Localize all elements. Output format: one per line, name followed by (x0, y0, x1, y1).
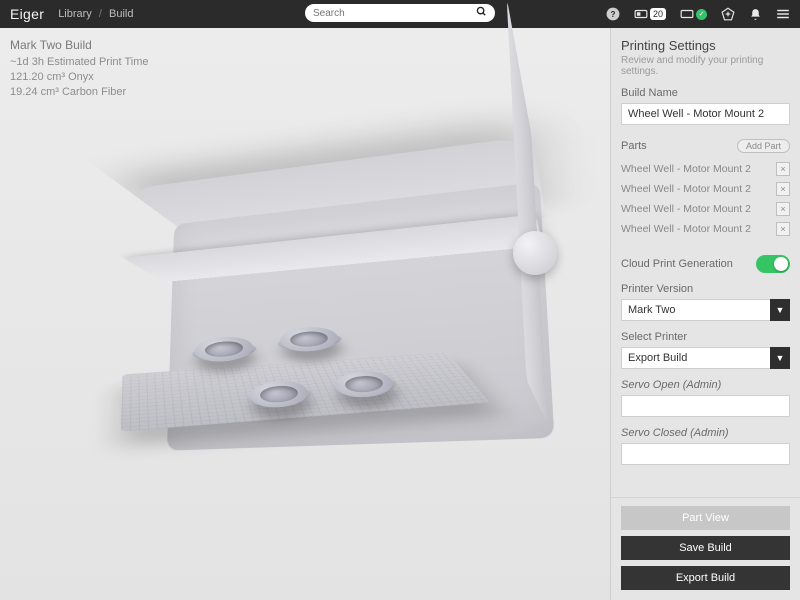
part-row: Wheel Well - Motor Mount 2 × (621, 199, 790, 219)
settings-scroll[interactable]: Printing Settings Review and modify your… (611, 28, 800, 497)
remove-part-button[interactable]: × (776, 222, 790, 236)
parts-list: Wheel Well - Motor Mount 2 × Wheel Well … (621, 159, 790, 239)
part-name[interactable]: Wheel Well - Motor Mount 2 (621, 163, 751, 175)
notifications-icon[interactable] (749, 8, 762, 21)
printer-version-label: Printer Version (621, 283, 790, 295)
top-bar: Eiger Library / Build ? 20 ✓ (0, 0, 800, 28)
part-name[interactable]: Wheel Well - Motor Mount 2 (621, 223, 751, 235)
breadcrumb-build[interactable]: Build (109, 8, 133, 20)
estimated-time: ~1d 3h Estimated Print Time (10, 55, 148, 70)
search-input[interactable] (313, 8, 476, 19)
topbar-actions: ? 20 ✓ (606, 7, 790, 21)
cloud-print-toggle[interactable] (756, 255, 790, 273)
printer-knob (513, 231, 557, 275)
select-printer-label: Select Printer (621, 331, 790, 343)
breadcrumb-library[interactable]: Library (58, 8, 92, 20)
remove-part-button[interactable]: × (776, 202, 790, 216)
part-row: Wheel Well - Motor Mount 2 × (621, 219, 790, 239)
svg-text:?: ? (610, 10, 615, 19)
printer-status-icon[interactable]: ✓ (680, 9, 707, 20)
status-ok-badge: ✓ (696, 9, 707, 20)
queue-count-badge: 20 (650, 8, 666, 20)
printer-version-select[interactable] (621, 299, 790, 321)
panel-footer: Part View Save Build Export Build (611, 497, 800, 600)
search-box[interactable] (305, 4, 495, 22)
part-row: Wheel Well - Motor Mount 2 × (621, 179, 790, 199)
parts-label: Parts (621, 140, 647, 152)
add-icon[interactable] (721, 7, 735, 21)
breadcrumb: Library / Build (58, 8, 133, 20)
build-meta: Mark Two Build ~1d 3h Estimated Print Ti… (10, 38, 148, 100)
panel-title: Printing Settings (621, 38, 790, 53)
servo-open-input[interactable] (621, 395, 790, 417)
save-build-button[interactable]: Save Build (621, 536, 790, 560)
build-title: Mark Two Build (10, 38, 148, 53)
part-name[interactable]: Wheel Well - Motor Mount 2 (621, 183, 751, 195)
settings-panel: Printing Settings Review and modify your… (610, 28, 800, 600)
cloud-print-label: Cloud Print Generation (621, 258, 733, 270)
help-icon[interactable]: ? (606, 7, 620, 21)
material-carbon: 19.24 cm³ Carbon Fiber (10, 85, 148, 100)
servo-closed-input[interactable] (621, 443, 790, 465)
panel-subtitle: Review and modify your printing settings… (621, 55, 790, 77)
menu-icon[interactable] (776, 8, 790, 20)
printer-3d-view[interactable] (55, 153, 555, 543)
add-part-button[interactable]: Add Part (737, 139, 790, 153)
breadcrumb-separator: / (99, 8, 102, 20)
part-name[interactable]: Wheel Well - Motor Mount 2 (621, 203, 751, 215)
export-build-button[interactable]: Export Build (621, 566, 790, 590)
select-printer-select[interactable] (621, 347, 790, 369)
build-name-input[interactable] (621, 103, 790, 125)
part-view-button[interactable]: Part View (621, 506, 790, 530)
brand-logo[interactable]: Eiger (10, 6, 44, 22)
part-row: Wheel Well - Motor Mount 2 × (621, 159, 790, 179)
search-icon (476, 6, 487, 20)
build-viewport[interactable]: Mark Two Build ~1d 3h Estimated Print Ti… (0, 28, 610, 600)
material-onyx: 121.20 cm³ Onyx (10, 70, 148, 85)
servo-closed-label: Servo Closed (Admin) (621, 427, 790, 439)
servo-open-label: Servo Open (Admin) (621, 379, 790, 391)
remove-part-button[interactable]: × (776, 162, 790, 176)
queue-icon[interactable]: 20 (634, 8, 666, 20)
remove-part-button[interactable]: × (776, 182, 790, 196)
build-name-label: Build Name (621, 87, 790, 99)
